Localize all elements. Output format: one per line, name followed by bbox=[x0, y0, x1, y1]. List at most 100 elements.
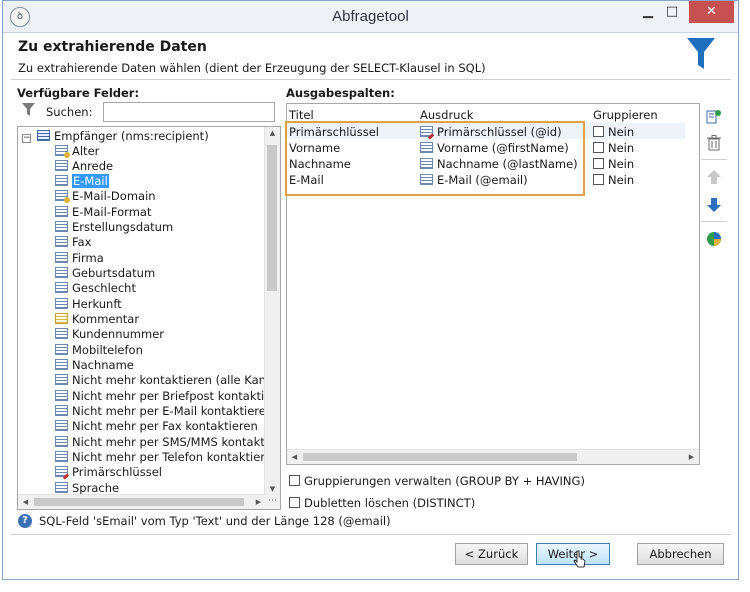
tree-item[interactable]: E-Mail-Domain bbox=[55, 189, 156, 204]
row-group[interactable]: Nein bbox=[593, 173, 634, 187]
field-info-text: SQL-Feld 'sEmail' vom Typ 'Text' und der… bbox=[39, 514, 391, 528]
group-checkbox[interactable] bbox=[593, 174, 604, 185]
selection-highlight bbox=[285, 121, 585, 196]
field-icon bbox=[55, 175, 68, 186]
search-input[interactable] bbox=[103, 102, 275, 122]
tree-item[interactable]: Geburtsdatum bbox=[55, 266, 155, 281]
tree-item[interactable]: Nachname bbox=[55, 358, 134, 373]
tree-item[interactable]: Erstellungsdatum bbox=[55, 220, 173, 235]
column-header-title[interactable]: Titel bbox=[289, 108, 314, 122]
column-header-group[interactable]: Gruppieren bbox=[593, 108, 658, 122]
scroll-thumb[interactable] bbox=[34, 498, 244, 506]
group-by-checkbox[interactable] bbox=[289, 475, 300, 486]
scroll-thumb[interactable] bbox=[267, 145, 277, 291]
tree-item[interactable]: Nicht mehr kontaktieren (alle Kanäle) bbox=[55, 373, 280, 388]
back-button[interactable]: < Zurück bbox=[455, 543, 528, 565]
scroll-thumb[interactable] bbox=[303, 453, 577, 461]
tree-item[interactable]: Alter bbox=[55, 144, 99, 159]
field-icon bbox=[55, 405, 68, 416]
maximize-button[interactable]: □ bbox=[660, 1, 684, 23]
row-group[interactable]: Nein bbox=[593, 157, 634, 171]
scroll-right-arrow-icon[interactable]: ▶ bbox=[684, 453, 699, 461]
field-icon bbox=[55, 482, 68, 493]
tree-item[interactable]: Kundennummer bbox=[55, 327, 164, 342]
search-label: Suchen: bbox=[46, 105, 93, 119]
field-icon bbox=[55, 359, 68, 370]
row-group[interactable]: Nein bbox=[593, 125, 634, 139]
page-title: Zu extrahierende Daten bbox=[18, 39, 207, 55]
scroll-right-arrow-icon[interactable]: ▶ bbox=[251, 498, 266, 506]
grid-horizontal-scrollbar[interactable]: ◀ ▶ bbox=[287, 449, 699, 464]
toolbar-divider bbox=[701, 221, 727, 222]
field-icon bbox=[55, 236, 68, 247]
tree-item[interactable]: Fax bbox=[55, 235, 91, 250]
tree-item[interactable]: Kommentar bbox=[55, 312, 139, 327]
tree-item[interactable]: Anrede bbox=[55, 159, 113, 174]
column-header-expression[interactable]: Ausdruck bbox=[420, 108, 473, 122]
filter-icon bbox=[22, 103, 35, 116]
field-icon bbox=[55, 328, 68, 339]
tree-vertical-scrollbar[interactable]: ▲ ▼ bbox=[264, 127, 280, 495]
tree-item[interactable]: Nicht mehr per Telefon kontaktieren bbox=[55, 450, 279, 465]
tree-item[interactable]: Nicht mehr per E-Mail kontaktieren bbox=[55, 404, 273, 419]
close-button[interactable]: ✕ bbox=[689, 1, 734, 23]
group-by-option[interactable]: Gruppierungen verwalten (GROUP BY + HAVI… bbox=[289, 474, 585, 488]
field-icon bbox=[55, 267, 68, 278]
move-up-icon[interactable] bbox=[705, 168, 723, 186]
scroll-left-arrow-icon[interactable]: ◀ bbox=[287, 453, 302, 461]
scroll-up-arrow-icon[interactable]: ▲ bbox=[265, 129, 280, 137]
mouse-pointer-icon bbox=[573, 550, 586, 568]
toolbar-divider bbox=[701, 159, 727, 160]
memo-field-icon bbox=[55, 313, 68, 324]
scroll-left-arrow-icon[interactable]: ◀ bbox=[18, 498, 33, 506]
field-icon bbox=[55, 282, 68, 293]
tree-item[interactable]: E-Mail-Format bbox=[55, 205, 151, 220]
indexed-field-icon bbox=[55, 145, 70, 158]
page-subtitle: Zu extrahierende Daten wählen (dient der… bbox=[18, 61, 486, 75]
help-icon: ? bbox=[18, 514, 32, 528]
field-icon bbox=[55, 160, 68, 171]
tree-item[interactable]: Primärschlüssel bbox=[55, 465, 162, 480]
field-icon bbox=[55, 206, 68, 217]
indexed-field-icon bbox=[55, 190, 70, 203]
tree-root[interactable]: − Empfänger (nms:recipient) bbox=[22, 129, 209, 144]
tree-item-selected[interactable]: E-Mail bbox=[55, 174, 109, 189]
tree-item[interactable]: Nicht mehr per SMS/MMS kontaktieren bbox=[55, 435, 280, 450]
tree-item[interactable]: Firma bbox=[55, 251, 104, 266]
tree-item[interactable]: Herkunft bbox=[55, 297, 122, 312]
primary-key-icon bbox=[55, 466, 68, 477]
title-bar: ꝺ Abfragetool ▁ □ ✕ bbox=[3, 1, 738, 33]
field-icon bbox=[55, 451, 68, 462]
scroll-down-arrow-icon[interactable]: ▼ bbox=[265, 485, 280, 493]
tree-item[interactable]: Mobiltelefon bbox=[55, 343, 143, 358]
minimize-button[interactable]: ▁ bbox=[636, 1, 660, 23]
group-checkbox[interactable] bbox=[593, 142, 604, 153]
tree-item[interactable]: Nicht mehr per Briefpost kontaktieren bbox=[55, 389, 280, 404]
distinct-option[interactable]: Dubletten löschen (DISTINCT) bbox=[289, 496, 475, 510]
add-column-icon[interactable] bbox=[705, 108, 723, 126]
output-columns-label: Ausgabespalten: bbox=[286, 86, 395, 100]
row-group[interactable]: Nein bbox=[593, 141, 634, 155]
distribution-icon[interactable] bbox=[705, 230, 723, 248]
tree-horizontal-scrollbar[interactable]: ◀ ▶ bbox=[18, 494, 266, 509]
field-icon bbox=[55, 252, 68, 263]
group-checkbox[interactable] bbox=[593, 126, 604, 137]
tree-item[interactable]: Geschlecht bbox=[55, 281, 136, 296]
collapse-icon[interactable]: − bbox=[22, 134, 31, 143]
cancel-button[interactable]: Abbrechen bbox=[637, 543, 724, 565]
table-icon bbox=[37, 130, 50, 141]
field-icon bbox=[55, 390, 68, 401]
group-checkbox[interactable] bbox=[593, 158, 604, 169]
field-icon bbox=[55, 298, 68, 309]
funnel-icon bbox=[687, 38, 715, 69]
field-icon bbox=[55, 374, 68, 385]
distinct-checkbox[interactable] bbox=[289, 497, 300, 508]
delete-icon[interactable] bbox=[705, 134, 723, 152]
field-tree[interactable]: − Empfänger (nms:recipient) Alter Anrede … bbox=[17, 126, 281, 510]
field-icon bbox=[55, 221, 68, 232]
tree-item[interactable]: Nicht mehr per Fax kontaktieren bbox=[55, 419, 258, 434]
more-icon[interactable]: ⋯ bbox=[265, 495, 280, 509]
move-down-icon[interactable] bbox=[705, 196, 723, 214]
field-icon bbox=[55, 436, 68, 447]
dialog-window: ꝺ Abfragetool ▁ □ ✕ Zu extrahierende Dat… bbox=[2, 0, 739, 580]
